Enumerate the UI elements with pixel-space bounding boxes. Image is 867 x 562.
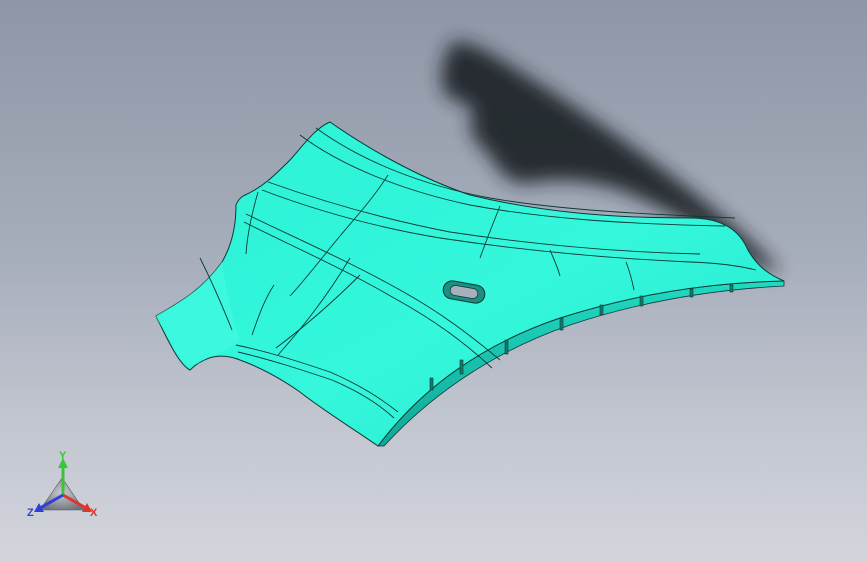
- graphics-viewport[interactable]: Y X Z: [0, 0, 867, 562]
- coordinate-triad[interactable]: Y X Z: [27, 450, 98, 519]
- y-axis-label: Y: [59, 450, 67, 462]
- x-axis-label: X: [90, 507, 98, 519]
- z-axis-label: Z: [27, 507, 34, 519]
- model-scene[interactable]: Y X Z: [0, 0, 867, 562]
